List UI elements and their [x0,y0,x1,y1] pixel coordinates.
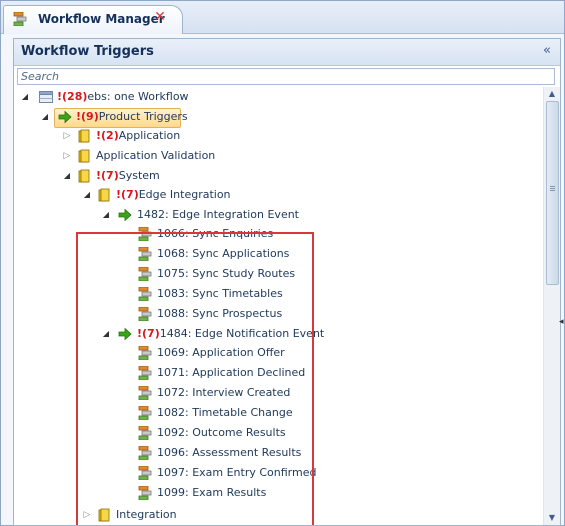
tab-workflow-manager[interactable]: Workflow Manager ✕ [3,5,183,34]
panel-header: Workflow Triggers « [14,39,560,66]
tree-node-label: 1099: Exam Results [157,486,267,499]
workflow-icon [138,267,152,281]
tree-node-event-1484[interactable]: ◢ !(7)1484: Edge Notification Event [14,324,324,344]
tree-node-label: !(28)ebs: one Workflow [57,90,189,103]
workflow-icon [138,426,152,440]
tree-node-integration[interactable]: ▷ Integration [14,505,314,525]
tree-node-event-1482[interactable]: ◢ 1482: Edge Integration Event [14,205,314,225]
tree-node-label: Integration [116,508,177,521]
tree-node-label: 1097: Exam Entry Confirmed [157,466,317,479]
tree-node-label: 1083: Sync Timetables [157,287,283,300]
tree-node-label: 1082: Timetable Change [157,406,293,419]
workflow-icon [138,346,152,360]
tree-node-label: 1092: Outcome Results [157,426,286,439]
tree-node-label: 1066: Sync Enquiries [157,227,274,240]
tree-node-label: !(9)Product Triggers [76,110,188,123]
table-icon [39,91,53,103]
collapse-panel-icon[interactable]: « [540,43,554,59]
tab-title: Workflow Manager [38,12,165,26]
workflow-icon [138,247,152,261]
tree-node-product-triggers[interactable]: ◢ !(9)Product Triggers [14,107,414,128]
tree-node-label: 1071: Application Declined [157,366,306,379]
workflow-icon [138,287,152,301]
close-icon[interactable]: ✕ [153,9,167,25]
tree-node-application[interactable]: ▷ !(2)Application [14,126,414,146]
scrollbar-thumb[interactable] [546,101,559,285]
tree-node-workflow[interactable]: 1092: Outcome Results [14,423,314,443]
vertical-scrollbar[interactable]: ▲ ▼ [543,87,560,525]
tree-node-label: !(7)System [96,169,160,182]
workflow-manager-window: Workflow Manager ✕ Workflow Triggers « ◢… [0,0,565,526]
workflow-icon [138,227,152,241]
tree-node-label: 1069: Application Offer [157,346,285,359]
green-arrow-icon [118,208,132,222]
tree-node-label: !(7)Edge Integration [116,188,231,201]
error-count-badge: !(7) [137,327,160,340]
workflow-icon [138,307,152,321]
search-input[interactable] [17,68,555,85]
tree-node-label: 1482: Edge Integration Event [137,208,299,221]
tree-node-workflow[interactable]: 1072: Interview Created [14,383,314,403]
document-tabstrip: Workflow Manager ✕ [1,1,564,34]
panel-title: Workflow Triggers [21,44,154,59]
tree-node-workflow[interactable]: 1066: Sync Enquiries [14,224,314,244]
collapse-arrow-icon[interactable]: ◢ [40,107,50,127]
expand-arrow-icon[interactable]: ▷ [62,146,72,166]
collapse-arrow-icon[interactable]: ◢ [20,87,30,107]
scroll-up-icon[interactable]: ▲ [544,87,560,101]
tree-node-workflow[interactable]: 1083: Sync Timetables [14,284,314,304]
scroll-down-icon[interactable]: ▼ [544,511,560,525]
workflow-icon [138,366,152,380]
folder-icon [78,149,90,163]
tree-node-workflow[interactable]: 1099: Exam Results [14,483,314,503]
tree-node-label: 1068: Sync Applications [157,247,290,260]
expand-arrow-icon[interactable]: ▷ [62,126,72,146]
folder-icon [78,169,90,183]
folder-icon [98,188,110,202]
expand-arrow-icon[interactable]: ▷ [82,505,92,525]
tree-node-system[interactable]: ◢ !(7)System [14,166,414,186]
tree-node-workflow[interactable]: 1068: Sync Applications [14,244,314,264]
folder-icon [78,129,90,143]
error-count-badge: !(7) [96,169,119,182]
error-count-badge: !(28) [57,90,88,103]
workflow-icon [138,386,152,400]
tree-node-workflow[interactable]: 1071: Application Declined [14,363,314,383]
tree-node-label: 1096: Assessment Results [157,446,302,459]
tree-node-workflow[interactable]: 1088: Sync Prospectus [14,304,314,324]
tree-node-workflow[interactable]: 1082: Timetable Change [14,403,314,423]
workflow-icon [13,12,27,26]
error-count-badge: !(2) [96,129,119,142]
collapse-arrow-icon[interactable]: ◢ [101,324,111,344]
green-arrow-icon [58,110,72,124]
tree-node-workflow[interactable]: 1096: Assessment Results [14,443,314,463]
workflow-triggers-panel: Workflow Triggers « ◢ !(28)ebs: one Work… [13,38,561,526]
tree-node-label: 1075: Sync Study Routes [157,267,296,280]
tree-node-label: 1072: Interview Created [157,386,291,399]
folder-icon [98,508,110,522]
collapse-arrow-icon[interactable]: ◢ [62,166,72,186]
tree-node-edge-integration[interactable]: ◢ !(7)Edge Integration [14,185,314,205]
tree-node-label: 1088: Sync Prospectus [157,307,283,320]
collapse-arrow-icon[interactable]: ◢ [101,205,111,225]
tree-node-root[interactable]: ◢ !(28)ebs: one Workflow [14,87,414,107]
tree-node-application-validation[interactable]: ▷ Application Validation [14,146,414,166]
tree-node-workflow[interactable]: 1097: Exam Entry Confirmed [14,463,317,483]
workflow-icon [138,486,152,500]
error-count-badge: !(7) [116,188,139,201]
error-count-badge: !(9) [76,110,99,123]
splitter-handle-icon[interactable]: ◂ [559,317,565,327]
tree-node-workflow[interactable]: 1069: Application Offer [14,343,314,363]
tree-node-workflow[interactable]: 1075: Sync Study Routes [14,264,314,284]
tree-node-label: !(7)1484: Edge Notification Event [137,327,325,340]
collapse-arrow-icon[interactable]: ◢ [82,185,92,205]
tree-node-label: !(2)Application [96,129,181,142]
green-arrow-icon [118,327,132,341]
triggers-tree: ◢ !(28)ebs: one Workflow ◢ !(9)Product T… [14,87,542,525]
workflow-icon [138,406,152,420]
workflow-icon [138,466,152,480]
grip-icon [550,186,555,187]
workflow-icon [138,446,152,460]
tree-node-label: Application Validation [96,149,216,162]
